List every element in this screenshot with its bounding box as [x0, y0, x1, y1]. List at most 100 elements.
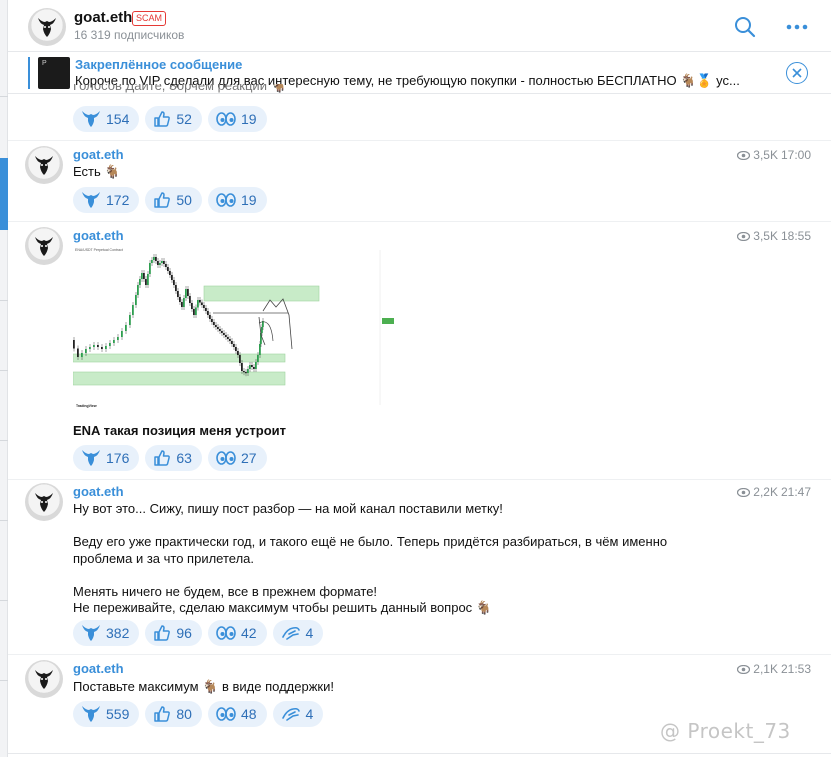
goat-emoji-icon: [81, 191, 101, 209]
message-meta: 2,2K 21:47: [737, 485, 811, 499]
candle: [195, 307, 197, 315]
candle: [233, 344, 235, 347]
reaction-thumbs-up[interactable]: 52: [145, 106, 202, 132]
svg-text:ENA/USDT Perpetual Contract: ENA/USDT Perpetual Contract: [75, 248, 123, 252]
candle: [205, 308, 207, 311]
support-zone-upper: [72, 353, 286, 363]
candle: [231, 341, 233, 344]
message-meta: 3,5K 18:55: [737, 229, 811, 243]
candle: [151, 260, 153, 263]
hand-icon: [281, 625, 301, 641]
reaction-count: 154: [106, 111, 130, 127]
sender-name[interactable]: goat.eth: [73, 484, 124, 499]
message-text: ENA такая позиция меня устроит: [73, 423, 753, 440]
candle: [237, 351, 239, 355]
reaction-thumbs-up[interactable]: 80: [145, 701, 202, 727]
reaction-eyes[interactable]: 27: [207, 445, 267, 471]
reaction-goat-emoji[interactable]: 154: [73, 106, 140, 132]
reactions-row: 382 96 42 4: [73, 620, 324, 646]
candle: [201, 302, 203, 305]
message-meta: 3,5K 17:00: [737, 148, 811, 162]
support-zone-lower: [72, 371, 286, 386]
message-line: Есть 🐐: [73, 164, 121, 179]
gutter-tick: [0, 520, 8, 521]
candle: [257, 355, 259, 362]
sender-avatar[interactable]: [25, 483, 63, 521]
candle: [149, 263, 151, 274]
candle: [147, 274, 149, 285]
gutter-tick: [0, 370, 8, 371]
sender-avatar[interactable]: [25, 660, 63, 698]
eyes-icon: [216, 451, 236, 465]
views-eye-icon: [737, 664, 751, 674]
candle: [153, 257, 155, 260]
candle: [229, 339, 231, 341]
chat-header: goat.eth SCAM 16 319 подписчиков: [8, 0, 831, 52]
message-line: проблема и за что прилетела.: [73, 550, 255, 566]
more-icon[interactable]: [784, 14, 810, 40]
reaction-count: 176: [106, 450, 130, 466]
candle: [81, 353, 83, 357]
reaction-eyes[interactable]: 42: [207, 620, 267, 646]
reaction-thumbs-up[interactable]: 96: [145, 620, 202, 646]
eyes-icon: [216, 707, 236, 721]
candle: [143, 273, 145, 279]
candle: [167, 267, 169, 271]
sender-name[interactable]: goat.eth: [73, 661, 124, 676]
sender-name[interactable]: goat.eth: [73, 147, 124, 162]
reaction-goat-emoji[interactable]: 172: [73, 187, 140, 213]
reaction-count: 382: [106, 625, 130, 641]
reaction-thumbs-up[interactable]: 63: [145, 445, 202, 471]
reaction-goat-emoji[interactable]: 382: [73, 620, 140, 646]
candle: [223, 333, 225, 335]
reaction-goat-emoji[interactable]: 559: [73, 701, 140, 727]
sender-avatar[interactable]: [25, 146, 63, 184]
candle: [101, 347, 103, 349]
watermark: @ Proekt_73: [660, 719, 791, 743]
candle: [245, 372, 247, 374]
goat-logo-icon: [35, 670, 53, 689]
message-separator: [8, 140, 831, 141]
candle: [157, 261, 159, 265]
candle: [141, 273, 143, 279]
reaction-count: 172: [106, 192, 130, 208]
reactions-row: 172 50 19: [73, 187, 267, 213]
thumbs-up-icon: [153, 191, 171, 209]
search-icon[interactable]: [732, 14, 758, 40]
message-line: Ну вот это... Сижу, пишу пост разбор — н…: [73, 501, 503, 516]
candle: [169, 271, 171, 275]
candle: [125, 325, 127, 331]
candle: [135, 295, 137, 305]
goat-emoji-icon: [81, 449, 101, 467]
reaction-eyes[interactable]: 48: [207, 701, 267, 727]
goat-logo-icon: [35, 156, 53, 175]
candle: [261, 327, 263, 333]
view-count: 2,2K: [753, 485, 778, 499]
goat-logo-icon: [38, 18, 56, 37]
left-gutter: [0, 0, 8, 757]
goat-logo-icon: [35, 493, 53, 512]
candle: [241, 363, 243, 371]
reaction-eyes[interactable]: 19: [207, 106, 267, 132]
candle: [89, 347, 91, 349]
sender-name[interactable]: goat.eth: [73, 228, 124, 243]
reaction-eyes[interactable]: 19: [207, 187, 267, 213]
sender-avatar[interactable]: [25, 227, 63, 265]
goat-logo-icon: [35, 237, 53, 256]
reaction-thumbs-up[interactable]: 50: [145, 187, 202, 213]
candle: [155, 257, 157, 261]
candle: [179, 297, 181, 302]
close-icon[interactable]: [786, 62, 808, 84]
reaction-goat-emoji[interactable]: 176: [73, 445, 140, 471]
chart-image[interactable]: ENA/USDT Perpetual Contract TradingView: [72, 245, 396, 413]
reaction-hand[interactable]: 4: [272, 701, 324, 727]
reactions-row: 559 80 48 4: [73, 701, 324, 727]
candle: [129, 315, 131, 325]
candle: [105, 346, 107, 349]
message-line: ENA такая позиция меня устроит: [73, 423, 287, 438]
candle: [189, 296, 191, 303]
reaction-hand[interactable]: 4: [272, 620, 324, 646]
channel-name[interactable]: goat.eth: [74, 9, 132, 26]
reaction-count: 80: [176, 706, 192, 722]
channel-avatar[interactable]: [28, 8, 66, 46]
